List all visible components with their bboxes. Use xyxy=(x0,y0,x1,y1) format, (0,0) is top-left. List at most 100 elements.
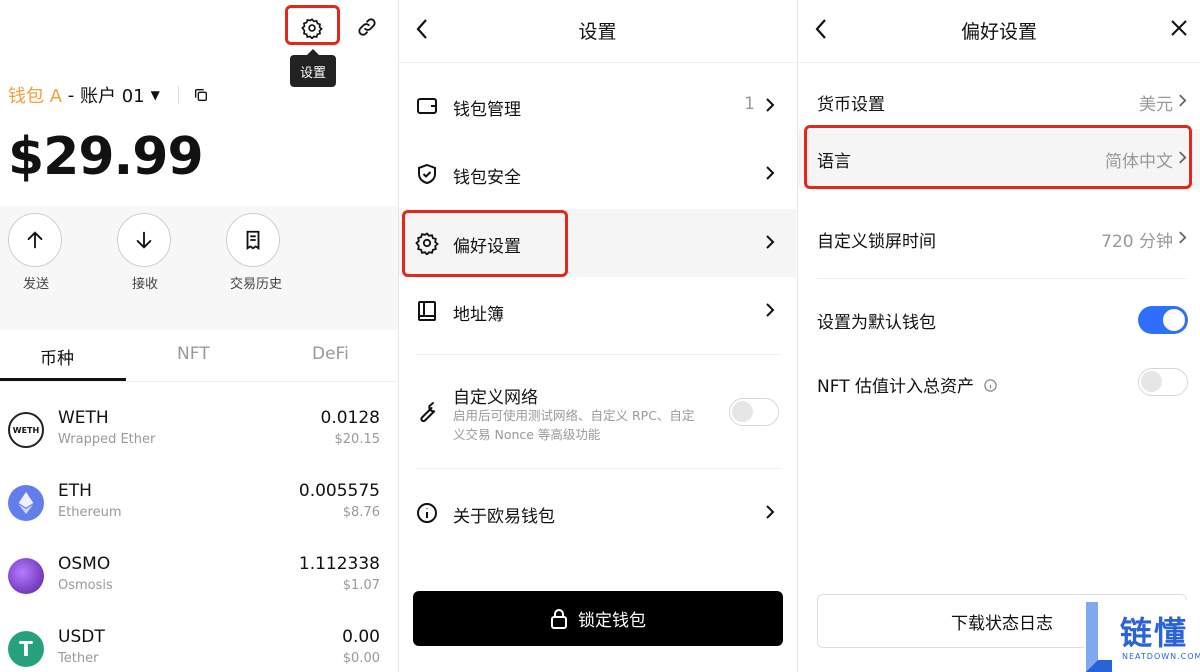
wallet-count: 1 xyxy=(744,94,755,114)
token-symbol: OSMO xyxy=(58,554,111,574)
weth-logo-icon: WETH xyxy=(8,412,44,448)
account-selector[interactable]: 钱包 A - 账户 01 ▼ xyxy=(8,82,209,108)
history-icon xyxy=(246,230,260,250)
pref-item-label: 货币设置 xyxy=(817,95,885,115)
watermark-title: 链懂 xyxy=(1120,614,1189,652)
usdt-logo-icon: T xyxy=(8,631,44,667)
arrow-down-icon xyxy=(136,231,152,249)
token-symbol: ETH xyxy=(58,481,92,501)
token-row-eth[interactable]: ETH Ethereum 0.005575 $8.76 xyxy=(0,473,398,545)
token-usd: $8.76 xyxy=(342,505,380,520)
tab-tokens[interactable]: 币种 xyxy=(40,344,74,369)
tab-indicator xyxy=(0,378,126,381)
send-action[interactable]: 发送 xyxy=(8,213,64,292)
receive-action[interactable]: 接收 xyxy=(117,213,173,292)
divider xyxy=(798,62,1200,63)
history-action[interactable]: 交易历史 xyxy=(226,213,286,292)
default-wallet-toggle[interactable] xyxy=(1138,306,1188,334)
tab-nft[interactable]: NFT xyxy=(177,344,210,364)
pref-item-currency[interactable]: 货币设置 美元 xyxy=(798,72,1200,132)
wallet-home-panel: 设置 钱包 A - 账户 01 ▼ $29.99 发送 接收 交易历史 币种 N… xyxy=(0,0,398,672)
watermark-logo: 链懂 NEATDOWN.COM xyxy=(1084,600,1200,672)
history-label: 交易历史 xyxy=(229,277,282,292)
lock-icon xyxy=(551,608,567,629)
custom-network-toggle[interactable] xyxy=(729,398,779,426)
token-row-usdt[interactable]: T USDT Tether 0.00 $0.00 xyxy=(0,619,398,672)
arrow-up-icon xyxy=(27,231,43,249)
custom-network-desc: 启用后可使用测试网络、自定义 RPC、自定 义交易 Nonce 等高级功能 xyxy=(453,408,695,442)
settings-item-custom-network: 自定义网络 启用后可使用测试网络、自定义 RPC、自定 义交易 Nonce 等高… xyxy=(399,376,796,446)
settings-item-address-book[interactable]: 地址簿 xyxy=(399,277,796,345)
settings-item-about[interactable]: 关于欧易钱包 xyxy=(399,479,796,547)
osmo-logo-icon xyxy=(8,558,44,594)
close-icon[interactable] xyxy=(1170,19,1188,37)
divider xyxy=(177,86,179,104)
token-symbol: USDT xyxy=(58,627,105,647)
chevron-right-icon xyxy=(766,166,775,180)
lock-wallet-button[interactable]: 锁定钱包 xyxy=(413,591,783,646)
chevron-right-icon xyxy=(766,98,775,112)
chevron-right-icon xyxy=(766,303,775,317)
token-row-osmo[interactable]: OSMO Osmosis 1.112338 $1.07 xyxy=(0,546,398,618)
info-icon[interactable] xyxy=(983,378,998,393)
pref-item-default-wallet: 设置为默认钱包 xyxy=(798,290,1200,350)
eth-logo-icon xyxy=(8,485,44,521)
chevron-right-icon xyxy=(766,505,775,519)
wallet-icon xyxy=(417,98,437,114)
info-icon xyxy=(417,503,437,523)
settings-item-wallet-management[interactable]: 钱包管理 1 xyxy=(399,72,796,140)
caret-down-icon: ▼ xyxy=(150,88,160,102)
watermark-sub: NEATDOWN.COM xyxy=(1122,652,1200,661)
pref-item-value: 美元 xyxy=(1139,95,1173,115)
pref-item-label: NFT 估值计入总资产 xyxy=(817,372,998,397)
token-name: Osmosis xyxy=(58,578,113,593)
settings-item-label: 钱包管理 xyxy=(453,100,521,120)
chevron-right-icon xyxy=(1179,94,1187,107)
page-title: 偏好设置 xyxy=(960,21,1037,43)
chevron-right-icon xyxy=(766,235,775,249)
pref-item-label: 设置为默认钱包 xyxy=(817,313,936,333)
token-usd: $1.07 xyxy=(342,578,380,593)
divider xyxy=(399,62,796,63)
settings-tooltip: 设置 xyxy=(290,49,336,87)
settings-item-wallet-security[interactable]: 钱包安全 xyxy=(399,140,796,208)
preferences-highlight xyxy=(402,210,568,277)
wallet-name: 钱包 A xyxy=(8,86,63,107)
settings-item-label: 地址簿 xyxy=(453,305,504,325)
settings-item-label: 钱包安全 xyxy=(453,168,521,188)
book-icon xyxy=(418,301,436,321)
custom-network-label: 自定义网络 xyxy=(453,388,538,408)
token-amount: 1.112338 xyxy=(298,554,380,574)
token-row-weth[interactable]: WETH WETH Wrapped Ether 0.0128 $20.15 xyxy=(0,400,398,472)
asset-tabs: 币种 NFT DeFi xyxy=(0,330,398,382)
nft-valuation-toggle[interactable] xyxy=(1138,368,1188,396)
token-usd: $20.15 xyxy=(334,432,381,447)
token-amount: 0.005575 xyxy=(298,481,380,501)
token-amount: 0.0128 xyxy=(320,408,380,428)
pref-item-nft-valuation: NFT 估值计入总资产 xyxy=(798,354,1200,414)
page-title: 设置 xyxy=(578,21,617,43)
wrench-icon xyxy=(420,402,436,423)
pref-item-value: 720 分钟 xyxy=(1101,232,1173,252)
token-name: Tether xyxy=(58,651,99,666)
preferences-panel: 偏好设置 货币设置 美元 语言 简体中文 自定义锁屏时间 720 分钟 设置为默… xyxy=(797,0,1200,672)
pref-item-label: 自定义锁屏时间 xyxy=(817,232,936,252)
shield-icon xyxy=(418,163,436,185)
lock-wallet-label: 锁定钱包 xyxy=(578,611,646,631)
tab-defi[interactable]: DeFi xyxy=(312,344,349,364)
token-usd: $0.00 xyxy=(342,651,380,666)
link-button[interactable] xyxy=(352,12,382,42)
account-name: 账户 01 xyxy=(80,86,145,107)
token-amount: 0.00 xyxy=(342,627,380,647)
divider xyxy=(415,354,781,355)
settings-item-label: 关于欧易钱包 xyxy=(453,507,555,527)
pref-item-lock-time[interactable]: 自定义锁屏时间 720 分钟 xyxy=(798,209,1200,269)
language-highlight xyxy=(804,125,1192,189)
settings-highlight xyxy=(285,5,340,45)
token-name: Wrapped Ether xyxy=(58,432,156,447)
settings-panel: 设置 钱包管理 1 钱包安全 偏好设置 地址簿 自定义网络 启用后可使用测试网络… xyxy=(398,0,796,672)
receive-label: 接收 xyxy=(131,277,158,292)
send-label: 发送 xyxy=(22,277,49,292)
divider xyxy=(415,468,781,469)
copy-icon[interactable] xyxy=(193,87,209,103)
